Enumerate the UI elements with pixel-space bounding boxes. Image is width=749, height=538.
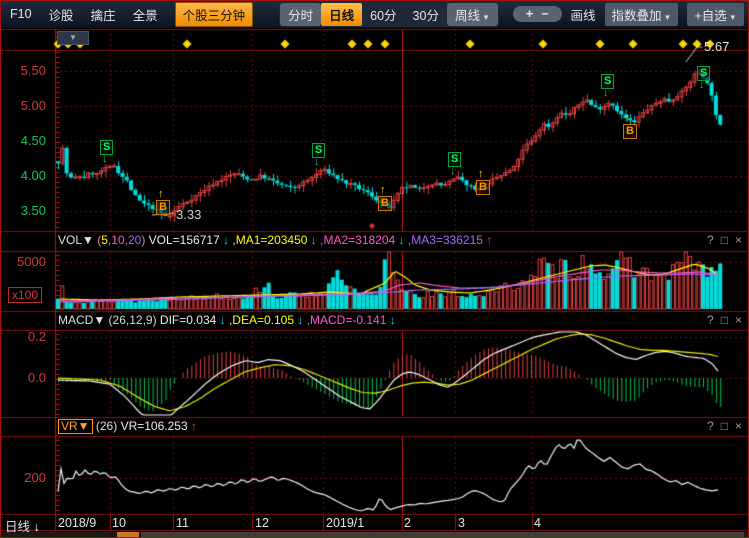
pane-icons-2: ? □ × [700,419,742,433]
period-tab-60分[interactable]: 60分 [362,3,404,26]
scrollbar-track[interactable] [141,532,744,538]
vr-indicator-dropdown[interactable]: VR▼ [58,419,93,434]
chevron-down-icon: ▼ [729,13,737,22]
chevron-down-icon: ▼ [482,13,490,22]
period-tab-分时[interactable]: 分时 [280,3,321,26]
zoom-out-button[interactable]: − [537,7,552,21]
ma-settings-dropdown[interactable]: ▼ [57,31,89,45]
toolbar-item-4[interactable]: 个股三分钟 [175,2,254,27]
period-tab-group: 分时日线60分30分周线▼ [279,2,499,27]
pane-maximize-icon[interactable]: □ [721,233,728,247]
scrollbar-thumb[interactable] [117,532,139,538]
toolbar-left-group: F10 诊股擒庄全景个股三分钟 [10,2,253,27]
zoom-in-button[interactable]: + [522,7,537,21]
overlay-index-button[interactable]: 指数叠加▼ [605,3,679,26]
app-window: F10 诊股擒庄全景个股三分钟 分时日线60分30分周线▼ + − 画线 指数叠加… [0,0,749,538]
chevron-down-icon: ▼ [664,13,672,22]
pane-icons-0: ? □ × [700,233,742,247]
toolbar: F10 诊股擒庄全景个股三分钟 分时日线60分30分周线▼ + − 画线 指数叠加… [0,0,749,28]
draw-line-button[interactable]: 画线 [571,5,596,24]
toolbar-right-group: 画线 指数叠加▼ +自选▼ >| [562,3,749,26]
toolbar-item-1[interactable]: 诊股 [49,5,74,24]
pane-help-icon[interactable]: ? [707,313,714,327]
toolbar-item-0[interactable]: F10 [10,7,32,21]
pane-close-icon[interactable]: × [735,313,742,327]
vol-header-dropdown[interactable]: VOL▼ [58,233,94,247]
period-tab-日线[interactable]: 日线 [321,3,362,26]
pane-close-icon[interactable]: × [735,233,742,247]
macd-header-dropdown[interactable]: MACD▼ [58,313,105,327]
pane-close-icon[interactable]: × [735,419,742,433]
pane-help-icon[interactable]: ? [707,233,714,247]
toolbar-item-3[interactable]: 全景 [133,5,158,24]
period-tab-30分[interactable]: 30分 [405,3,447,26]
pane-icons-1: ? □ × [700,313,742,327]
pane-maximize-icon[interactable]: □ [721,419,728,433]
add-watchlist-button[interactable]: +自选▼ [687,3,743,26]
pane-maximize-icon[interactable]: □ [721,313,728,327]
period-tab-周线[interactable]: 周线▼ [447,3,498,26]
chart-canvas[interactable] [0,28,749,532]
toolbar-item-2[interactable]: 擒庄 [91,5,116,24]
horizontal-scrollbar[interactable] [1,532,748,538]
zoom-control: + − [513,6,562,22]
pane-help-icon[interactable]: ? [707,419,714,433]
